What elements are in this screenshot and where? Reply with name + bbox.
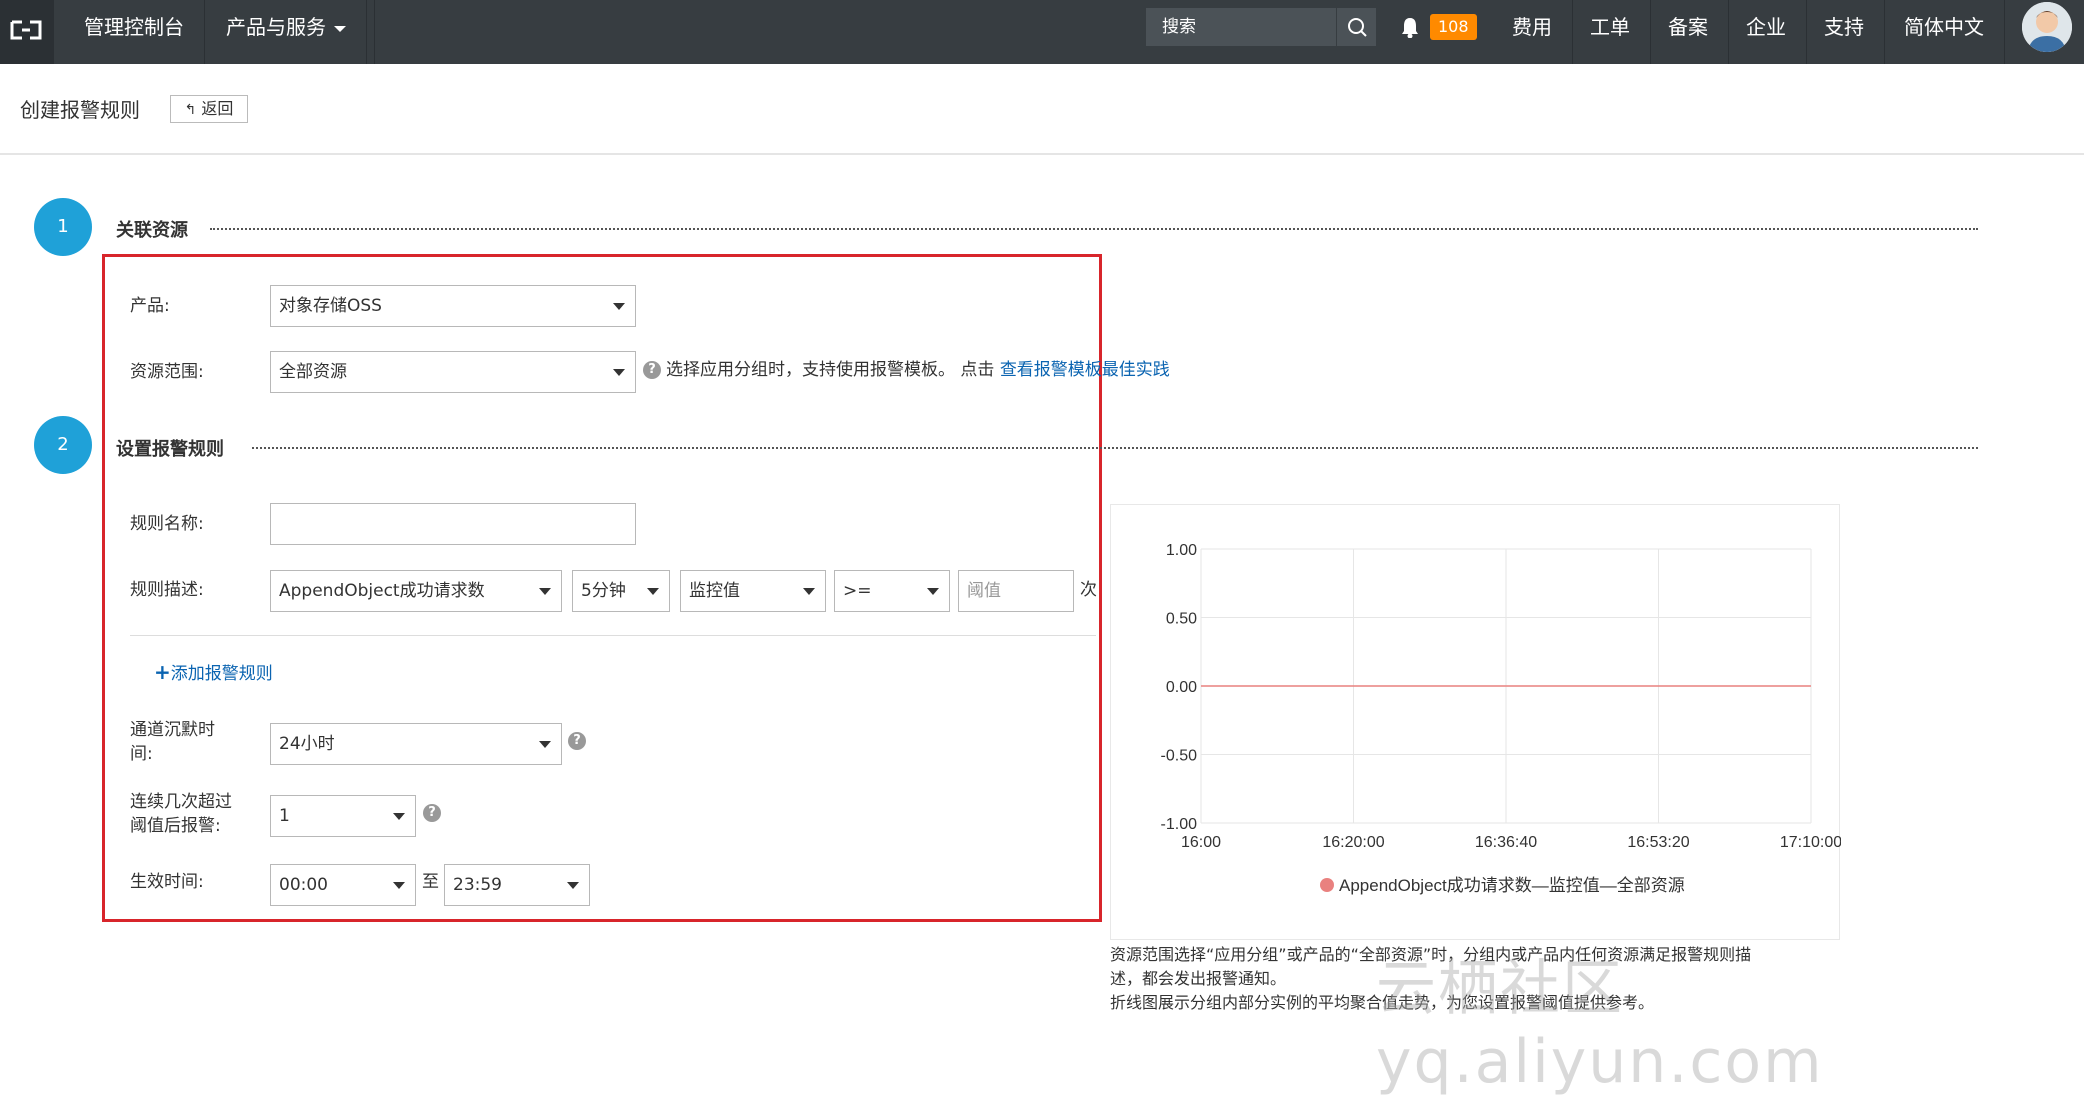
- chevron-down-icon: [647, 588, 659, 595]
- chevron-down-icon: [393, 882, 405, 889]
- metric-chart-panel: 1.00 0.50 0.00 -0.50 -1.00 16:00 16:20:00 16:36…: [1110, 504, 1843, 940]
- nav-support[interactable]: 支持: [1804, 0, 1885, 64]
- nav-language[interactable]: 简体中文: [1884, 0, 2005, 64]
- silence-select[interactable]: 24小时: [270, 723, 562, 765]
- plus-icon: +: [154, 660, 171, 684]
- help-icon[interactable]: ?: [568, 732, 586, 750]
- metric-select[interactable]: AppendObject成功请求数: [270, 570, 562, 612]
- chevron-down-icon: [334, 25, 346, 32]
- step-2-title: 设置报警规则: [116, 439, 224, 460]
- scope-label: 资源范围:: [130, 362, 204, 382]
- step-1-title: 关联资源: [116, 220, 188, 241]
- unit-label: 次: [1080, 580, 1097, 600]
- step-1-divider: [210, 228, 1978, 230]
- user-avatar[interactable]: [2022, 2, 2072, 52]
- operator-select[interactable]: >=: [834, 570, 950, 612]
- product-select[interactable]: 对象存储OSS: [270, 285, 636, 327]
- chevron-down-icon: [539, 588, 551, 595]
- help-icon[interactable]: ?: [423, 804, 441, 822]
- chevron-down-icon: [393, 813, 405, 820]
- x-tick-label: 16:20:00: [1322, 834, 1384, 851]
- chevron-down-icon: [927, 588, 939, 595]
- rule-name-label: 规则名称:: [130, 514, 204, 534]
- product-label: 产品:: [130, 296, 170, 316]
- metric-line-chart: 1.00 0.50 0.00 -0.50 -1.0016:00 16:20:00 16:36…: [1161, 542, 1843, 895]
- chevron-down-icon: [567, 882, 579, 889]
- to-label: 至: [422, 872, 439, 892]
- template-best-practice-link[interactable]: 查看报警模板最佳实践: [1000, 360, 1170, 380]
- chevron-down-icon: [613, 303, 625, 310]
- watermark-text: 云栖社区 yq.aliyun.com: [1376, 954, 1824, 1097]
- avatar-icon: [2022, 2, 2072, 52]
- silence-label: 通道沉默时 间:: [130, 720, 215, 764]
- bell-icon[interactable]: [1400, 16, 1420, 38]
- x-tick-label: 17:10:00: [1780, 834, 1841, 851]
- chevron-down-icon: [803, 588, 815, 595]
- y-tick-label: -1.00: [1161, 816, 1198, 833]
- search-button[interactable]: [1336, 8, 1377, 46]
- search-icon: [1348, 18, 1367, 37]
- y-tick-label: 1.00: [1166, 542, 1197, 559]
- step-2-divider: [252, 447, 1978, 449]
- statistic-select[interactable]: 监控值: [680, 570, 826, 612]
- notification-badge[interactable]: 108: [1430, 14, 1477, 40]
- start-time-select[interactable]: 00:00: [270, 864, 416, 906]
- step-2-circle: 2: [34, 416, 92, 474]
- step-1-circle: 1: [34, 198, 92, 256]
- add-rule-link[interactable]: +添加报警规则: [154, 660, 273, 686]
- nav-billing[interactable]: 费用: [1492, 0, 1573, 64]
- page-title: 创建报警规则: [20, 98, 140, 122]
- consecutive-label: 连续几次超过 阈值后报警:: [130, 792, 232, 836]
- nav-products[interactable]: 产品与服务: [206, 0, 367, 64]
- rule-divider: [130, 635, 1096, 636]
- header-divider: [0, 153, 2084, 155]
- consecutive-select[interactable]: 1: [270, 795, 416, 837]
- search-box: [1146, 8, 1376, 46]
- logo-area[interactable]: [0, 0, 54, 64]
- x-tick-label: 16:53:20: [1627, 834, 1689, 851]
- top-navbar: 管理控制台 产品与服务 108 费用 工单 备案 企业 支持 简体中文: [0, 0, 2084, 64]
- nav-icp[interactable]: 备案: [1648, 0, 1729, 64]
- effective-time-label: 生效时间:: [130, 872, 204, 892]
- period-select[interactable]: 5分钟: [572, 570, 670, 612]
- help-icon[interactable]: ?: [643, 361, 661, 379]
- back-arrow-icon: ↰: [184, 102, 197, 118]
- nav-enterprise[interactable]: 企业: [1726, 0, 1807, 64]
- y-tick-label: 0.50: [1166, 611, 1197, 628]
- nav-console[interactable]: 管理控制台: [64, 0, 205, 64]
- end-time-select[interactable]: 23:59: [444, 864, 590, 906]
- scope-hint: 选择应用分组时，支持使用报警模板。 点击 查看报警模板最佳实践: [666, 360, 1170, 380]
- threshold-input[interactable]: [958, 570, 1074, 612]
- back-button[interactable]: ↰ 返回: [170, 95, 248, 123]
- chevron-down-icon: [613, 369, 625, 376]
- legend-marker: [1320, 878, 1334, 892]
- aliyun-logo-icon: [10, 20, 42, 40]
- rule-desc-label: 规则描述:: [130, 580, 204, 600]
- search-input[interactable]: [1146, 8, 1336, 46]
- nav-tickets[interactable]: 工单: [1570, 0, 1651, 64]
- scope-select[interactable]: 全部资源: [270, 351, 636, 393]
- y-tick-label: -0.50: [1161, 748, 1198, 765]
- chevron-down-icon: [539, 741, 551, 748]
- x-tick-label: 16:00: [1181, 834, 1221, 851]
- y-tick-label: 0.00: [1166, 679, 1197, 696]
- x-tick-label: 16:36:40: [1475, 834, 1537, 851]
- legend-label: AppendObject成功请求数—监控值—全部资源: [1339, 876, 1685, 895]
- rule-name-input[interactable]: [270, 503, 636, 545]
